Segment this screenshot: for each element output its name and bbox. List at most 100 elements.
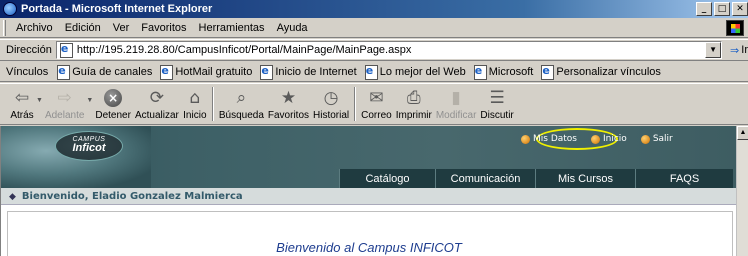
- address-bar: Dirección http://195.219.28.80/CampusInf…: [0, 39, 748, 61]
- page-heading: Bienvenido al Campus INFICOT: [276, 240, 462, 255]
- quick-links: Mis Datos Inicio Salir: [521, 134, 673, 144]
- salir-link[interactable]: Salir: [640, 134, 673, 144]
- printer-icon: ⎙: [406, 88, 421, 108]
- toolbar-grip[interactable]: [3, 19, 6, 36]
- menu-ver[interactable]: Ver: [107, 22, 136, 34]
- link-hotmail[interactable]: HotMail gratuito: [157, 64, 257, 80]
- back-arrow-icon: ⇦: [14, 88, 30, 108]
- address-url[interactable]: http://195.219.28.80/CampusInficot/Porta…: [77, 44, 705, 56]
- discuss-button[interactable]: ☰ Discutir: [478, 87, 515, 121]
- close-button[interactable]: ✕: [732, 2, 748, 16]
- page-icon: [159, 64, 174, 80]
- menu-edicion[interactable]: Edición: [59, 22, 107, 34]
- toolbar-separator: [211, 87, 214, 121]
- menu-archivo[interactable]: Archivo: [10, 22, 59, 34]
- link-label: Inicio de Internet: [275, 65, 357, 78]
- forward-arrow-icon: ⇨: [57, 88, 72, 108]
- go-label: Ir: [741, 44, 748, 56]
- inicio-link[interactable]: Inicio: [591, 134, 627, 144]
- address-label: Dirección: [6, 44, 52, 56]
- link-label: HotMail gratuito: [175, 65, 253, 78]
- link-lo-mejor-web[interactable]: Lo mejor del Web: [362, 64, 471, 80]
- standard-toolbar: ⇦ Atrás ▼ ⇨ Adelante ▼ × Detener ⟳ Actua…: [0, 83, 748, 125]
- site-header: CAMPUS Inficot Mis Datos Inicio Salir Ca…: [1, 126, 736, 188]
- link-label: Personalizar vínculos: [556, 65, 661, 78]
- back-button[interactable]: ⇦ Atrás: [8, 87, 36, 121]
- page-icon: [540, 64, 555, 80]
- site-nav-tabs: Catálogo Comunicación Mis Cursos FAQS: [339, 169, 733, 188]
- search-icon: ⌕: [236, 88, 247, 108]
- salir-icon: [640, 134, 650, 144]
- print-button[interactable]: ⎙ Imprimir: [394, 87, 434, 121]
- go-button[interactable]: ⇒ Ir: [730, 44, 748, 57]
- minimize-button[interactable]: _: [696, 2, 712, 16]
- address-dropdown-button[interactable]: ▼: [705, 42, 722, 58]
- search-label: Búsqueda: [218, 110, 264, 121]
- tab-catalogo[interactable]: Catálogo: [339, 169, 435, 188]
- edit-icon: ▮: [451, 88, 461, 108]
- page-icon: [259, 64, 274, 80]
- mis-datos-label: Mis Datos: [533, 134, 577, 144]
- refresh-label: Actualizar: [134, 110, 179, 121]
- edit-button[interactable]: ▮ Modificar: [434, 87, 479, 121]
- back-label: Atrás: [10, 110, 34, 121]
- tab-comunicacion[interactable]: Comunicación: [435, 169, 535, 188]
- tab-mis-cursos[interactable]: Mis Cursos: [535, 169, 635, 188]
- home-label: Inicio: [183, 110, 207, 121]
- tab-faqs[interactable]: FAQS: [635, 169, 733, 188]
- page-icon: [56, 64, 71, 80]
- forward-button[interactable]: ⇨ Adelante: [43, 87, 86, 121]
- back-dropdown-icon[interactable]: ▼: [36, 97, 43, 104]
- links-bar: Vínculos Guía de canales HotMail gratuit…: [0, 62, 748, 82]
- salir-label: Salir: [652, 134, 673, 144]
- forward-dropdown-icon[interactable]: ▼: [86, 97, 93, 104]
- history-label: Historial: [313, 110, 350, 121]
- stop-button[interactable]: × Detener: [93, 87, 133, 121]
- menu-herramientas[interactable]: Herramientas: [193, 22, 271, 34]
- link-inicio-internet[interactable]: Inicio de Internet: [257, 64, 361, 80]
- campus-inficot-logo[interactable]: CAMPUS Inficot: [55, 131, 123, 161]
- link-microsoft[interactable]: Microsoft: [471, 64, 539, 80]
- page-icon: [364, 64, 378, 80]
- window-title-bar[interactable]: Portada - Microsoft Internet Explorer _ …: [0, 0, 748, 18]
- vertical-scrollbar[interactable]: ▲: [736, 126, 748, 256]
- window-title: Portada - Microsoft Internet Explorer: [21, 3, 213, 15]
- user-icon: ◆: [9, 190, 16, 201]
- edit-label: Modificar: [435, 110, 477, 121]
- menu-favoritos[interactable]: Favoritos: [135, 22, 192, 34]
- favorites-button[interactable]: ★ Favoritos: [266, 87, 311, 121]
- welcome-bar: ◆ Bienvenido, Eladio Gonzalez Malmierca: [1, 188, 736, 205]
- link-label: Microsoft: [488, 65, 534, 78]
- home-icon: ⌂: [189, 88, 201, 108]
- welcome-text: Bienvenido, Eladio Gonzalez Malmierca: [21, 190, 243, 202]
- print-label: Imprimir: [395, 110, 432, 121]
- address-input[interactable]: http://195.219.28.80/CampusInficot/Porta…: [55, 41, 723, 59]
- page-viewport[interactable]: CAMPUS Inficot Mis Datos Inicio Salir Ca…: [0, 126, 736, 256]
- stop-icon: ×: [101, 87, 125, 109]
- refresh-button[interactable]: ⟳ Actualizar: [133, 87, 181, 121]
- link-guia-canales[interactable]: Guía de canales: [54, 64, 157, 80]
- history-icon: ◷: [323, 88, 339, 108]
- favorites-label: Favoritos: [267, 110, 310, 121]
- discuss-label: Discutir: [480, 110, 514, 121]
- menu-bar: Archivo Edición Ver Favoritos Herramient…: [0, 18, 748, 38]
- go-arrow-icon: ⇒: [730, 44, 740, 57]
- scroll-up-icon[interactable]: ▲: [737, 126, 748, 140]
- stop-label: Detener: [95, 110, 131, 121]
- mis-datos-link[interactable]: Mis Datos: [521, 134, 577, 144]
- link-label: Guía de canales: [72, 65, 153, 78]
- history-button[interactable]: ◷ Historial: [311, 87, 351, 121]
- links-label: Vínculos: [6, 65, 49, 78]
- mail-button[interactable]: ✉ Correo: [359, 87, 394, 121]
- toolbar-separator: [354, 87, 357, 121]
- maximize-button[interactable]: □: [714, 2, 730, 16]
- mis-datos-icon: [521, 134, 530, 144]
- link-personalizar[interactable]: Personalizar vínculos: [538, 64, 666, 80]
- forward-label: Adelante: [44, 110, 85, 121]
- search-button[interactable]: ⌕ Búsqueda: [217, 87, 266, 121]
- link-label: Lo mejor del Web: [379, 65, 466, 78]
- favorites-icon: ★: [280, 88, 297, 108]
- menu-ayuda[interactable]: Ayuda: [271, 22, 314, 34]
- home-button[interactable]: ⌂ Inicio: [181, 87, 209, 121]
- mail-label: Correo: [361, 110, 392, 121]
